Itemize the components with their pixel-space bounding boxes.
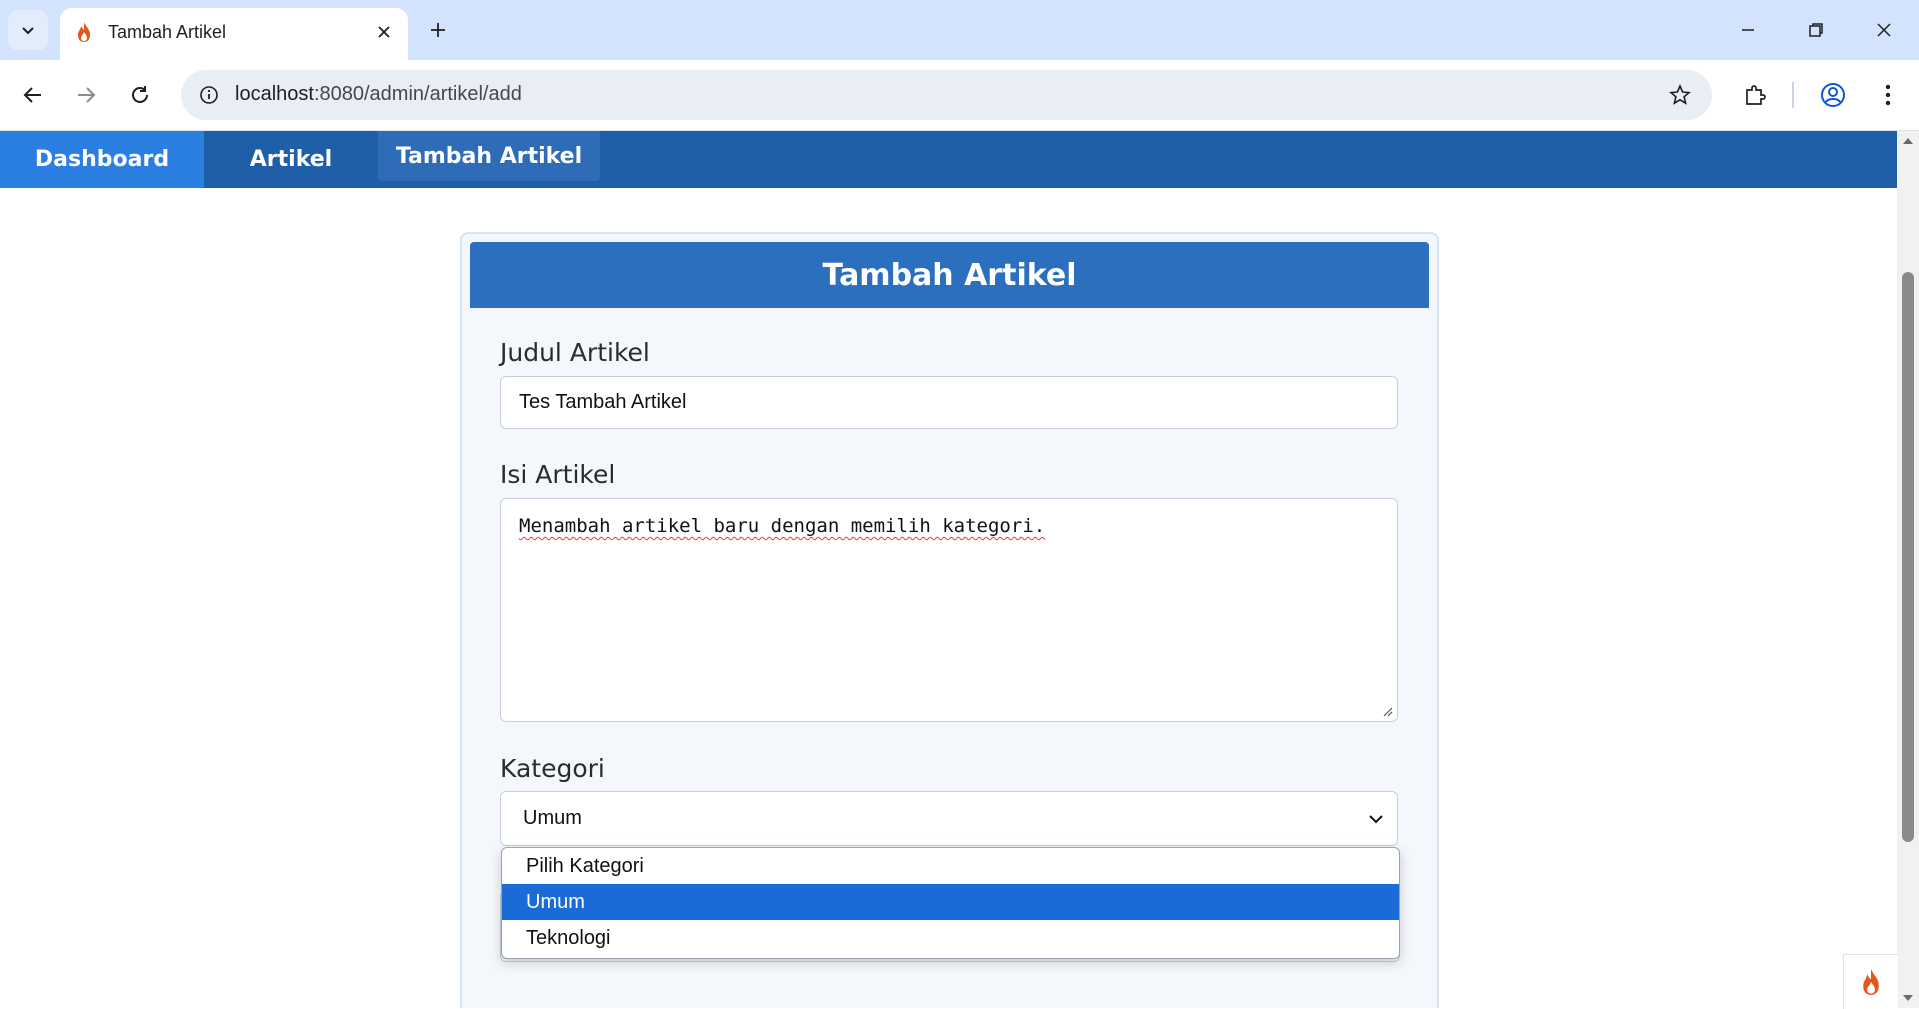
content-text: Menambah artikel baru dengan memilih kat… — [519, 515, 1046, 537]
category-select[interactable]: Umum — [500, 791, 1398, 846]
category-select-value: Umum — [523, 807, 582, 829]
browser-menu-button[interactable] — [1870, 77, 1906, 113]
site-info-button[interactable] — [195, 81, 223, 109]
chevron-down-icon — [22, 27, 34, 35]
nav-item-dashboard[interactable]: Dashboard — [0, 131, 204, 188]
nav-item-tambah-artikel[interactable]: Tambah Artikel — [378, 131, 600, 181]
scroll-up-arrow-icon[interactable] — [1902, 135, 1914, 147]
url-path: :8080/admin/artikel/add — [313, 83, 522, 105]
url-host: localhost — [235, 83, 314, 105]
chevron-down-icon — [1369, 815, 1383, 824]
content-label: Isi Artikel — [500, 460, 616, 489]
close-icon — [378, 26, 390, 38]
tab-title: Tambah Artikel — [108, 22, 227, 42]
restore-button[interactable] — [1782, 0, 1850, 60]
info-icon — [200, 86, 218, 104]
forward-button[interactable] — [68, 77, 104, 113]
tab-close-button[interactable] — [370, 18, 398, 46]
category-label: Kategori — [500, 754, 605, 783]
browser-toolbar: localhost:8080/admin/artikel/add — [0, 60, 1919, 131]
resize-grip-icon[interactable] — [1381, 705, 1393, 717]
address-bar[interactable]: localhost:8080/admin/artikel/add — [181, 70, 1712, 120]
url-text[interactable]: localhost:8080/admin/artikel/add — [235, 83, 522, 106]
scrollbar-thumb[interactable] — [1902, 272, 1914, 842]
category-option-selected[interactable]: Umum — [502, 884, 1399, 920]
reload-icon — [132, 86, 148, 103]
category-dropdown-list: Pilih Kategori Umum Teknologi — [501, 847, 1400, 959]
back-button[interactable] — [15, 77, 51, 113]
nav-item-artikel[interactable]: Artikel — [204, 131, 378, 188]
tab-search-button[interactable] — [8, 10, 48, 50]
star-icon — [1669, 84, 1691, 105]
browser-tabbar: Tambah Artikel — [0, 0, 1919, 60]
extensions-button[interactable] — [1737, 77, 1773, 113]
debug-toolbar-toggle[interactable] — [1843, 954, 1898, 1009]
page-scrollbar[interactable] — [1897, 131, 1919, 1008]
content-textarea[interactable]: Menambah artikel baru dengan memilih kat… — [500, 498, 1398, 722]
title-label: Judul Artikel — [500, 338, 650, 367]
toolbar-separator — [1792, 82, 1794, 108]
minimize-button[interactable] — [1714, 0, 1782, 60]
flame-icon — [1863, 969, 1879, 995]
reload-button[interactable] — [122, 77, 158, 113]
browser-tab[interactable]: Tambah Artikel — [60, 8, 408, 60]
arrow-left-icon — [23, 87, 41, 103]
profile-icon — [1821, 83, 1845, 107]
minimize-icon — [1742, 29, 1754, 31]
close-window-button[interactable] — [1850, 0, 1918, 60]
plus-icon — [431, 23, 445, 37]
flame-icon — [78, 22, 90, 42]
category-option[interactable]: Pilih Kategori — [502, 848, 1399, 884]
site-navbar: Dashboard Artikel Tambah Artikel — [0, 131, 1897, 188]
card-title: Tambah Artikel — [470, 242, 1429, 308]
restore-icon — [1809, 23, 1823, 37]
scroll-down-arrow-icon[interactable] — [1902, 992, 1914, 1004]
close-icon — [1877, 23, 1891, 37]
profile-button[interactable] — [1815, 77, 1851, 113]
puzzle-icon — [1746, 85, 1766, 105]
title-input[interactable]: Tes Tambah Artikel — [500, 376, 1398, 429]
kebab-menu-icon — [1885, 84, 1891, 106]
bookmark-button[interactable] — [1666, 81, 1694, 109]
new-tab-button[interactable] — [422, 14, 454, 46]
category-option[interactable]: Teknologi — [502, 920, 1399, 956]
arrow-right-icon — [78, 87, 96, 103]
